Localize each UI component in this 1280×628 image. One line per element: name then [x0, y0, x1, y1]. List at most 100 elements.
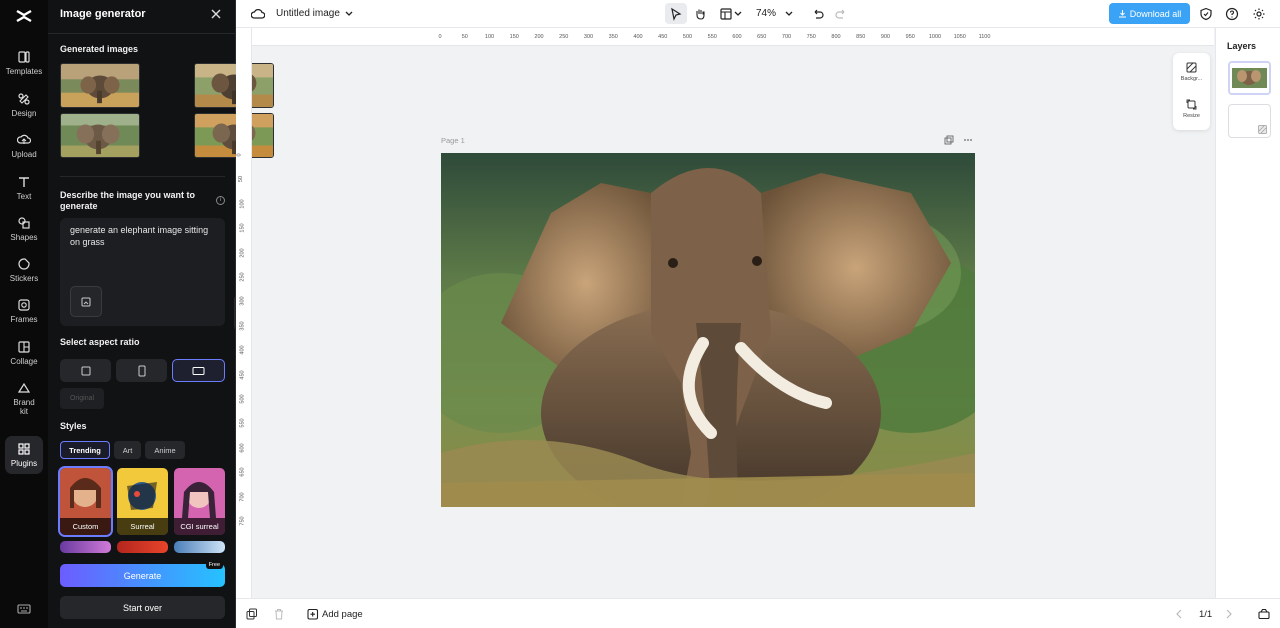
cursor-icon[interactable] — [669, 7, 683, 21]
style-card-partial-3[interactable] — [174, 541, 225, 553]
download-all-label: Download all — [1129, 8, 1182, 19]
aspect-ratio-label: Select aspect ratio — [60, 337, 140, 347]
upload-icon — [17, 134, 31, 144]
cloud-icon[interactable] — [251, 7, 265, 21]
generate-button[interactable]: Generate Free — [60, 561, 225, 587]
ruler-left-tick-label: 750 — [239, 516, 246, 526]
rail-item-brand-kit[interactable]: Brand kit — [2, 381, 46, 416]
style-card-partial-2[interactable] — [117, 541, 168, 553]
redo-icon[interactable] — [834, 7, 848, 21]
rail-item-plugins[interactable]: Plugins — [5, 436, 43, 474]
style-card-custom[interactable]: Custom — [58, 466, 113, 537]
ruler-left-tick-label: 300 — [239, 296, 246, 306]
generate-label: Generate — [123, 570, 162, 581]
rail-item-shapes[interactable]: Shapes — [2, 216, 46, 242]
frames-icon — [18, 299, 30, 311]
generated-image-thumb-2[interactable] — [194, 63, 274, 108]
panel-divider — [48, 33, 236, 34]
help-icon[interactable] — [1225, 7, 1239, 21]
undo-icon[interactable] — [811, 7, 825, 21]
rail-item-templates[interactable]: Templates — [2, 50, 46, 76]
style-card-surreal[interactable]: Surreal — [117, 468, 168, 535]
add-page-icon[interactable] — [307, 608, 319, 620]
shield-icon[interactable] — [1199, 7, 1213, 21]
aspect-ratio-square[interactable] — [60, 359, 111, 382]
ruler-top-tick-label: 300 — [583, 34, 594, 40]
ruler-top-tick-label: 650 — [757, 34, 767, 40]
brand-kit-icon — [17, 382, 31, 393]
trash-icon[interactable] — [273, 608, 285, 620]
image-add-icon — [81, 297, 91, 307]
start-over-button[interactable]: Start over — [60, 596, 225, 619]
add-reference-image-button[interactable] — [70, 286, 102, 317]
style-card-label: CGI surreal — [174, 518, 225, 535]
style-card-cgi-surreal[interactable]: CGI surreal — [174, 468, 225, 535]
ruler-top-tick-label: 1050 — [953, 34, 966, 40]
ruler-top-tick-label: 600 — [732, 34, 742, 40]
style-tab-art[interactable]: Art — [114, 441, 141, 459]
rail-item-upload[interactable]: Upload — [2, 133, 46, 159]
rail-item-collage[interactable]: Collage — [2, 340, 46, 366]
pages-panel-icon[interactable] — [1258, 608, 1270, 620]
settings-gear-icon[interactable] — [1252, 7, 1266, 21]
rail-label-stickers: Stickers — [9, 274, 39, 283]
hand-icon[interactable] — [693, 7, 707, 21]
styles-label: Styles — [60, 421, 87, 431]
ruler-top-tick-label: 100 — [484, 34, 495, 40]
ruler-top-tick-label: 50 — [461, 34, 468, 40]
ruler-left-tick-label: 350 — [239, 321, 246, 331]
style-card-partial-1[interactable] — [60, 541, 111, 553]
ruler-left-tick-label: 400 — [239, 345, 246, 355]
style-tab-anime[interactable]: Anime — [145, 441, 185, 459]
elephant-canvas-image[interactable] — [441, 153, 975, 507]
zoom-chevron-icon[interactable] — [784, 7, 794, 21]
background-tool[interactable]: Backgr... — [1173, 62, 1210, 82]
style-tab-trending[interactable]: Trending — [60, 441, 110, 459]
layout-chevron-icon[interactable] — [733, 7, 743, 21]
image-generator-panel: Image generator Generated images Describ… — [48, 0, 274, 628]
ruler-left-tick-label: 150 — [239, 223, 246, 233]
capcut-logo-icon[interactable] — [14, 6, 34, 26]
rail-label-templates: Templates — [5, 67, 43, 76]
collage-icon — [18, 341, 30, 353]
rail-label-collage: Collage — [10, 357, 38, 366]
aspect-ratio-landscape[interactable] — [172, 359, 225, 382]
rail-item-design[interactable]: Design — [2, 92, 46, 118]
ruler-left-tick-label: 0 — [236, 153, 243, 157]
ruler-left-tick-label: 50 — [238, 176, 245, 183]
aspect-ratio-portrait[interactable] — [116, 359, 167, 382]
rail-item-text[interactable]: Text — [2, 175, 46, 201]
templates-icon — [18, 51, 30, 63]
aspect-ratio-original[interactable]: Original — [60, 388, 104, 409]
bottom-bar: Add page 1/1 — [236, 598, 1280, 628]
keyboard-shortcuts-icon[interactable] — [17, 602, 31, 616]
rail-label-brand-kit: Brand kit — [13, 398, 35, 416]
layout-icon[interactable] — [719, 7, 733, 21]
duplicate-icon[interactable] — [246, 608, 258, 620]
prompt-text[interactable]: generate an elephant image sitting on gr… — [70, 224, 210, 248]
generated-image-thumb-3[interactable] — [60, 113, 140, 158]
info-icon[interactable]: i — [216, 196, 225, 205]
resize-tool[interactable]: Resize — [1173, 99, 1210, 119]
duplicate-page-icon[interactable] — [944, 135, 954, 145]
more-options-icon[interactable] — [963, 135, 973, 145]
generated-image-thumb-1[interactable] — [60, 63, 140, 108]
layer-item-image[interactable] — [1228, 61, 1271, 95]
panel-title: Image generator — [60, 8, 146, 20]
rail-item-frames[interactable]: Frames — [2, 298, 46, 324]
chevron-right-icon[interactable] — [1223, 608, 1235, 620]
generated-image-thumb-4[interactable] — [194, 113, 274, 158]
chevron-left-icon[interactable] — [1173, 608, 1185, 620]
rail-item-stickers[interactable]: Stickers — [2, 257, 46, 283]
chevron-down-icon[interactable] — [344, 7, 354, 21]
download-all-button[interactable]: Download all — [1109, 3, 1190, 24]
layer-item-background[interactable] — [1228, 104, 1271, 138]
prompt-input[interactable]: generate an elephant image sitting on gr… — [60, 218, 225, 326]
page-label: Page 1 — [441, 136, 465, 145]
ruler-top-tick-label: 1000 — [928, 34, 942, 40]
zoom-level[interactable]: 74% — [756, 8, 776, 19]
document-title[interactable]: Untitled image — [276, 8, 340, 19]
ruler-left-tick-label: 700 — [239, 492, 246, 502]
add-page-button[interactable]: Add page — [322, 609, 363, 620]
close-icon[interactable] — [208, 6, 224, 22]
